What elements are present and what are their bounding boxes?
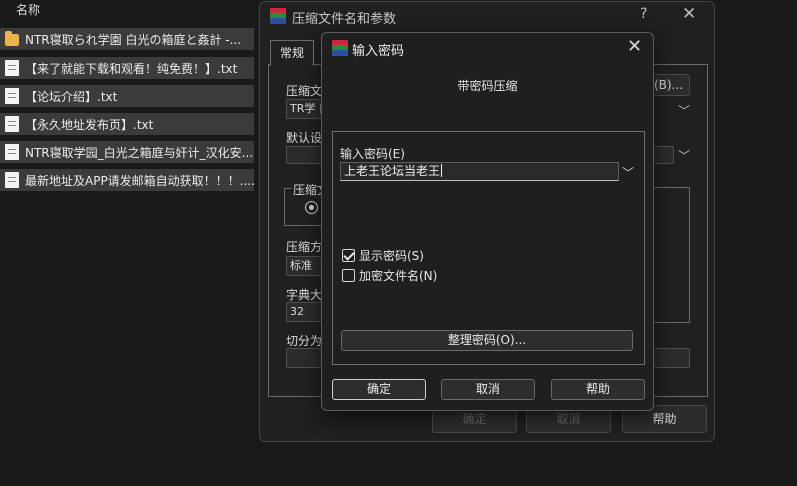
file-row[interactable]: NTR寝取られ学園 白光の箱庭と姦計 -...: [0, 28, 254, 50]
ok-button[interactable]: 确定: [332, 379, 426, 400]
close-icon[interactable]: ✕: [682, 4, 696, 24]
method-select[interactable]: 标准: [286, 256, 322, 276]
encrypt-names-label: 加密文件名(N): [359, 269, 438, 283]
dialog-subtitle: 带密码压缩: [457, 79, 518, 93]
close-icon[interactable]: ✕: [627, 36, 642, 57]
document-icon: [5, 116, 19, 132]
winrar-icon: [332, 40, 348, 56]
dialog-title-bar[interactable]: 压缩文件名和参数 ? ✕: [260, 2, 714, 30]
file-row[interactable]: 【来了就能下载和观看！纯免费！】.txt: [0, 57, 254, 79]
file-name: 【论坛介绍】.txt: [25, 89, 118, 104]
file-name: NTR寝取学园_白光之箱庭与奸计_汉化安...: [25, 145, 254, 160]
document-icon: [5, 172, 19, 188]
dictionary-select[interactable]: 32: [286, 302, 322, 322]
password-input[interactable]: 上老王论坛当老王: [340, 162, 619, 181]
winrar-icon: [270, 8, 286, 24]
file-list: 名称 NTR寝取られ学園 白光の箱庭と姦計 -... 【来了就能下载和观看！纯免…: [0, 0, 262, 486]
document-icon: [5, 144, 19, 160]
file-row[interactable]: NTR寝取学园_白光之箱庭与奸计_汉化安...: [0, 141, 254, 163]
password-value: 上老王论坛当老王: [344, 164, 441, 178]
organize-passwords-button[interactable]: 整理密码(O)...: [341, 330, 633, 351]
encrypt-names-checkbox[interactable]: 加密文件名(N): [342, 267, 437, 284]
document-icon: [5, 60, 19, 76]
options-group: [652, 187, 690, 323]
method-label: 压缩方: [286, 240, 323, 254]
cancel-button[interactable]: 取消: [441, 379, 535, 400]
dialog-title-bar[interactable]: 输入密码 ✕: [322, 33, 653, 63]
password-label: 输入密码(E): [340, 147, 405, 161]
file-row[interactable]: 最新地址及APP请发邮箱自动获取！！！....: [0, 169, 254, 191]
format-group-label: 压缩文: [292, 181, 322, 198]
checkbox-unchecked-icon[interactable]: [342, 269, 355, 282]
chevron-down-icon[interactable]: ﹀: [678, 147, 690, 164]
file-name: 最新地址及APP请发邮箱自动获取！！！....: [25, 173, 254, 188]
default-settings-label: 默认设: [286, 131, 323, 145]
chevron-down-icon[interactable]: ﹀: [622, 164, 634, 181]
file-name: 【永久地址发布页】.txt: [25, 117, 154, 132]
tab-general[interactable]: 常规: [270, 40, 314, 66]
file-name: NTR寝取られ学園 白光の箱庭と姦計 -...: [25, 32, 242, 47]
profile-field[interactable]: [286, 146, 322, 164]
file-name: 【来了就能下载和观看！纯免费！】.txt: [25, 61, 238, 76]
text-caret: [441, 164, 443, 177]
help-icon[interactable]: ?: [640, 6, 647, 22]
document-icon: [5, 88, 19, 104]
show-password-label: 显示密码(S): [359, 249, 424, 263]
archive-name-field[interactable]: TR学 白: [286, 99, 322, 119]
checkbox-checked-icon[interactable]: [342, 249, 355, 262]
show-password-checkbox[interactable]: 显示密码(S): [342, 247, 424, 264]
help-button[interactable]: 帮助: [551, 379, 645, 400]
archive-name-label: 压缩文: [286, 84, 323, 98]
dialog-title: 压缩文件名和参数: [292, 12, 397, 27]
chevron-down-icon[interactable]: ﹀: [678, 102, 690, 119]
profile-field-right[interactable]: [652, 146, 674, 164]
format-radio[interactable]: [305, 201, 318, 214]
file-row[interactable]: 【永久地址发布页】.txt: [0, 113, 254, 135]
file-row[interactable]: 【论坛介绍】.txt: [0, 85, 254, 107]
folder-icon: [5, 31, 19, 46]
password-dialog: 输入密码 ✕ 带密码压缩 输入密码(E) 上老王论坛当老王 ﹀ 显示密码(S) …: [321, 32, 654, 411]
split-unit-select[interactable]: [652, 348, 690, 368]
split-label: 切分为: [286, 334, 323, 348]
dictionary-label: 字典大: [286, 288, 323, 302]
split-select[interactable]: [286, 348, 322, 368]
dialog-title: 输入密码: [352, 44, 405, 59]
column-header-name[interactable]: 名称: [16, 1, 40, 18]
browse-button[interactable]: (B)...: [652, 74, 690, 96]
